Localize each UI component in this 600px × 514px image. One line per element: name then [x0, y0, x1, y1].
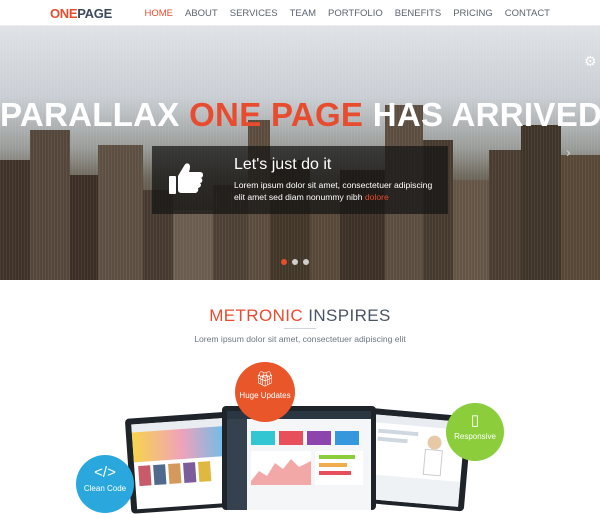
main-menu: HOME ABOUT SERVICES TEAM PORTFOLIO BENEF…	[145, 8, 551, 19]
nav-home[interactable]: HOME	[145, 8, 174, 19]
slider-dots	[281, 259, 309, 265]
gift-icon: 🎁︎	[255, 371, 275, 388]
caption-title: Let's just do it	[234, 156, 332, 173]
chart-thumbnail	[251, 451, 311, 485]
nav-contact[interactable]: CONTACT	[505, 8, 550, 19]
tablet-screen	[131, 417, 235, 510]
feature-responsive[interactable]: ▯ Responsive	[446, 403, 504, 461]
hero-title-highlight: ONE PAGE	[189, 96, 364, 133]
feature-clean-code[interactable]: </> Clean Code	[76, 455, 134, 513]
hero-slider: ⚙ › PARALLAX ONE PAGE HAS ARRIVED Let's …	[0, 26, 600, 280]
code-icon: </>	[94, 464, 116, 481]
nav-services[interactable]: SERVICES	[230, 8, 278, 19]
feature-clean-code-label: Clean Code	[83, 484, 127, 493]
caption-text: Lorem ipsum dolor sit amet, consectetuer…	[234, 179, 442, 203]
nav-about[interactable]: ABOUT	[185, 8, 218, 19]
nav-portfolio[interactable]: PORTFOLIO	[328, 8, 383, 19]
hero-caption: Let's just do it Lorem ipsum dolor sit a…	[152, 146, 448, 214]
caption-link[interactable]: dolore	[365, 192, 389, 202]
feature-huge-updates[interactable]: 🎁︎ Huge Updates	[235, 362, 295, 422]
caption-body: Lorem ipsum dolor sit amet, consectetuer…	[234, 180, 433, 202]
section-title-rest: INSPIRES	[303, 306, 391, 325]
monitor-center	[222, 406, 376, 510]
slider-dot[interactable]	[303, 259, 309, 265]
logo-page: PAGE	[77, 6, 112, 21]
chevron-right-icon[interactable]: ›	[566, 144, 571, 160]
gear-icon[interactable]: ⚙	[584, 53, 597, 70]
slider-dot[interactable]	[292, 259, 298, 265]
thumbs-up-icon	[169, 163, 203, 194]
slider-dot[interactable]	[281, 259, 287, 265]
hero-title-part1: PARALLAX	[0, 96, 190, 133]
nav-team[interactable]: TEAM	[290, 8, 316, 19]
logo-one: ONE	[50, 6, 78, 21]
monitor-screen	[227, 411, 371, 510]
feature-huge-updates-label: Huge Updates	[239, 391, 291, 400]
mobile-icon: ▯	[470, 412, 480, 429]
logo[interactable]: ONEPAGE	[50, 6, 112, 21]
top-navbar: ONEPAGE HOME ABOUT SERVICES TEAM PORTFOL…	[0, 0, 600, 26]
feature-responsive-label: Responsive	[454, 432, 496, 441]
hero-title: PARALLAX ONE PAGE HAS ARRIVED	[0, 96, 600, 134]
hero-title-part2: HAS ARRIVED	[363, 96, 600, 133]
section-title: METRONIC INSPIRES	[0, 306, 600, 326]
section-title-highlight: METRONIC	[209, 306, 304, 325]
nav-pricing[interactable]: PRICING	[453, 8, 493, 19]
section-subtitle: Lorem ipsum dolor sit amet, consectetuer…	[194, 334, 406, 344]
nav-benefits[interactable]: BENEFITS	[395, 8, 441, 19]
title-divider	[284, 328, 316, 329]
